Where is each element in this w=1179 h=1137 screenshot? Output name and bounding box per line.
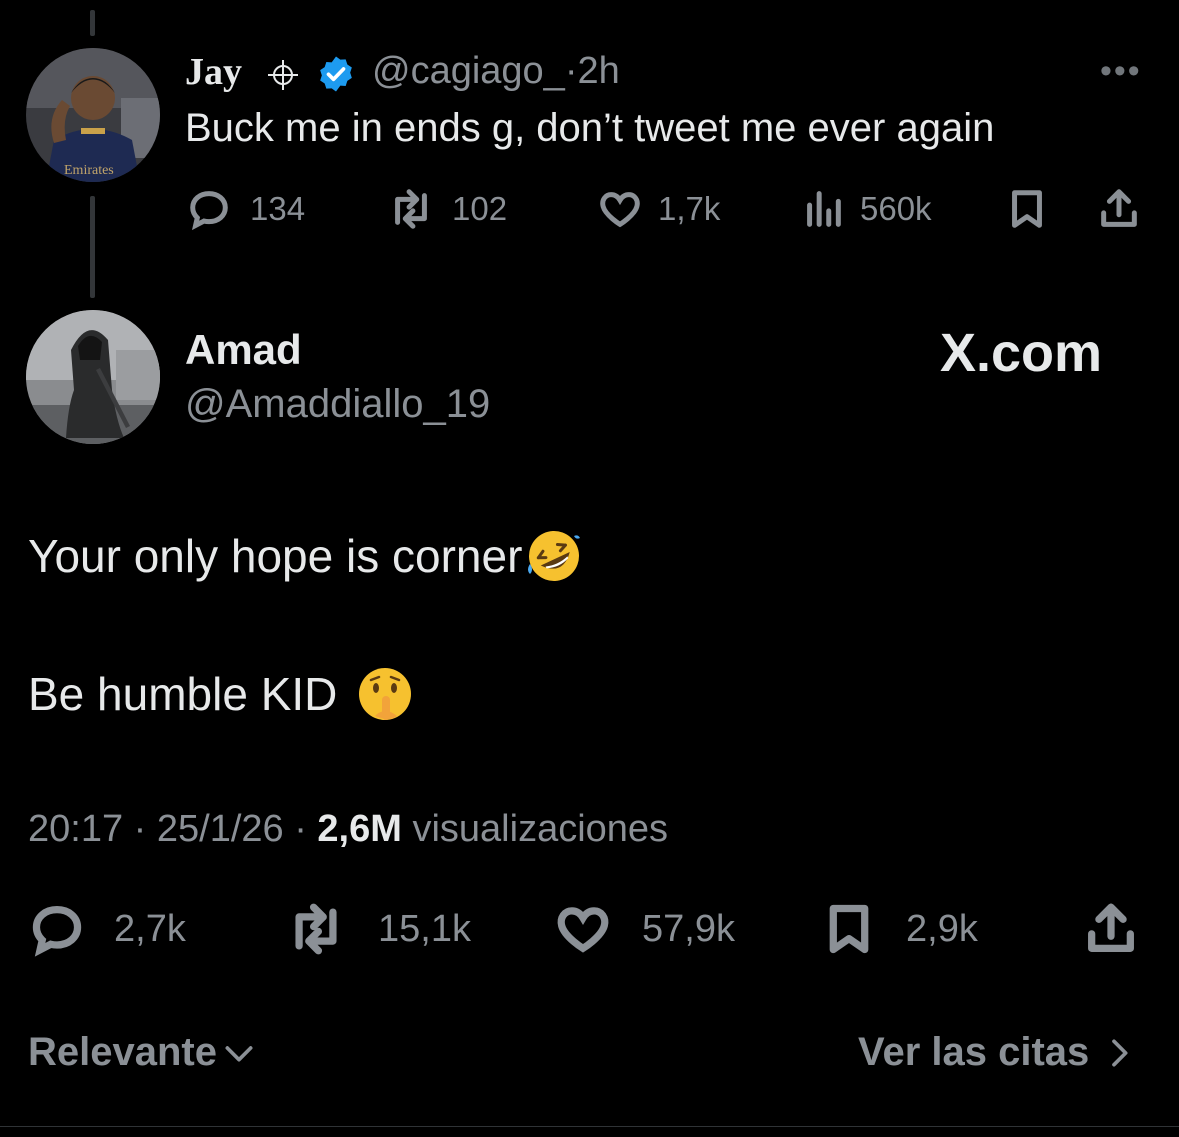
reply-button[interactable]: 2,7k — [28, 900, 186, 958]
parent-bookmark-button[interactable] — [1004, 186, 1050, 232]
repost-icon — [295, 903, 337, 955]
reply-icon — [190, 191, 228, 231]
views-icon — [807, 191, 841, 227]
like-button[interactable]: 57,9k — [552, 900, 735, 958]
repost-count: 15,1k — [378, 907, 471, 950]
main-display-name[interactable]: Amad — [185, 326, 302, 374]
main-tweet-text-2: Be humble KID — [28, 668, 338, 720]
parent-views-button[interactable]: 560k — [800, 186, 932, 232]
bottom-divider — [0, 1126, 1179, 1127]
view-quotes-label: Ver las citas — [858, 1030, 1090, 1074]
parent-display-name[interactable]: Jay — [185, 50, 242, 94]
share-icon — [1101, 189, 1137, 227]
avatar-jay[interactable]: Emirates — [26, 48, 160, 182]
svg-text:Emirates: Emirates — [64, 163, 114, 178]
parent-reply-button[interactable]: 134 — [186, 186, 305, 232]
avatar-amad-image — [26, 310, 160, 444]
shushing-face-emoji-icon — [359, 668, 412, 720]
parent-separator: · — [564, 50, 578, 92]
parent-repost-button[interactable]: 102 — [386, 186, 507, 232]
rolling-laughing-emoji-icon — [528, 531, 581, 581]
chevron-right-icon — [1112, 1039, 1128, 1066]
verified-badge-icon[interactable] — [316, 54, 356, 94]
bookmark-count: 2,9k — [906, 907, 978, 950]
bookmark-button[interactable]: 2,9k — [820, 900, 978, 958]
share-icon — [1088, 903, 1134, 952]
sort-dropdown[interactable]: Relevante — [28, 1030, 259, 1075]
main-handle[interactable]: @Amaddiallo_19 — [185, 382, 490, 427]
main-tweet-text-1: Your only hope is corner — [28, 530, 523, 582]
tweet-meta: 20:17 · 25/1/26 · 2,6M visualizaciones — [28, 808, 668, 851]
avatar-jay-image: Emirates — [26, 48, 160, 182]
tweet-timestamp[interactable]: 20:17 · 25/1/26 · — [28, 808, 307, 850]
sort-label: Relevante — [28, 1030, 217, 1074]
x-com-watermark: X.com — [940, 323, 1103, 383]
crosshair-icon — [268, 60, 298, 90]
parent-view-count: 560k — [860, 190, 932, 227]
thread-line-top — [90, 10, 95, 36]
heart-icon — [600, 192, 640, 228]
share-button[interactable] — [1082, 900, 1140, 958]
avatar-amad[interactable] — [26, 310, 160, 444]
repost-button[interactable]: 15,1k — [284, 900, 471, 958]
bookmark-icon — [1012, 190, 1042, 228]
reply-icon — [32, 906, 82, 957]
tweet-view-count: 2,6M — [317, 808, 402, 850]
heart-icon — [557, 907, 609, 953]
chevron-down-icon — [225, 1045, 253, 1061]
main-action-bar: 2,7k 15,1k 57,9k 2,9k — [28, 900, 1158, 960]
parent-reply-count: 134 — [250, 190, 306, 227]
parent-share-button[interactable] — [1096, 186, 1142, 232]
more-options-icon[interactable]: ••• — [1100, 52, 1142, 91]
thread-line-bottom — [90, 196, 95, 298]
parent-like-button[interactable]: 1,7k — [596, 186, 720, 232]
parent-handle-time[interactable]: @cagiago_·2h — [372, 50, 620, 93]
parent-tweet-text: Buck me in ends g, don’t tweet me ever a… — [185, 106, 995, 150]
repost-icon — [395, 189, 427, 229]
reply-count: 2,7k — [114, 907, 186, 950]
main-tweet-line-1: Your only hope is corner — [28, 526, 584, 586]
parent-handle[interactable]: @cagiago_ — [372, 50, 565, 92]
view-quotes-link[interactable]: Ver las citas — [858, 1030, 1139, 1075]
like-count: 57,9k — [642, 907, 735, 950]
bookmark-icon — [829, 904, 869, 954]
tweet-view-label: visualizaciones — [412, 808, 669, 850]
parent-action-bar: 134 102 1,7k 560k — [186, 186, 1146, 232]
parent-like-count: 1,7k — [658, 190, 721, 227]
main-tweet-line-2: Be humble KID — [28, 664, 415, 724]
parent-repost-count: 102 — [452, 190, 508, 227]
parent-time[interactable]: 2h — [577, 50, 619, 92]
